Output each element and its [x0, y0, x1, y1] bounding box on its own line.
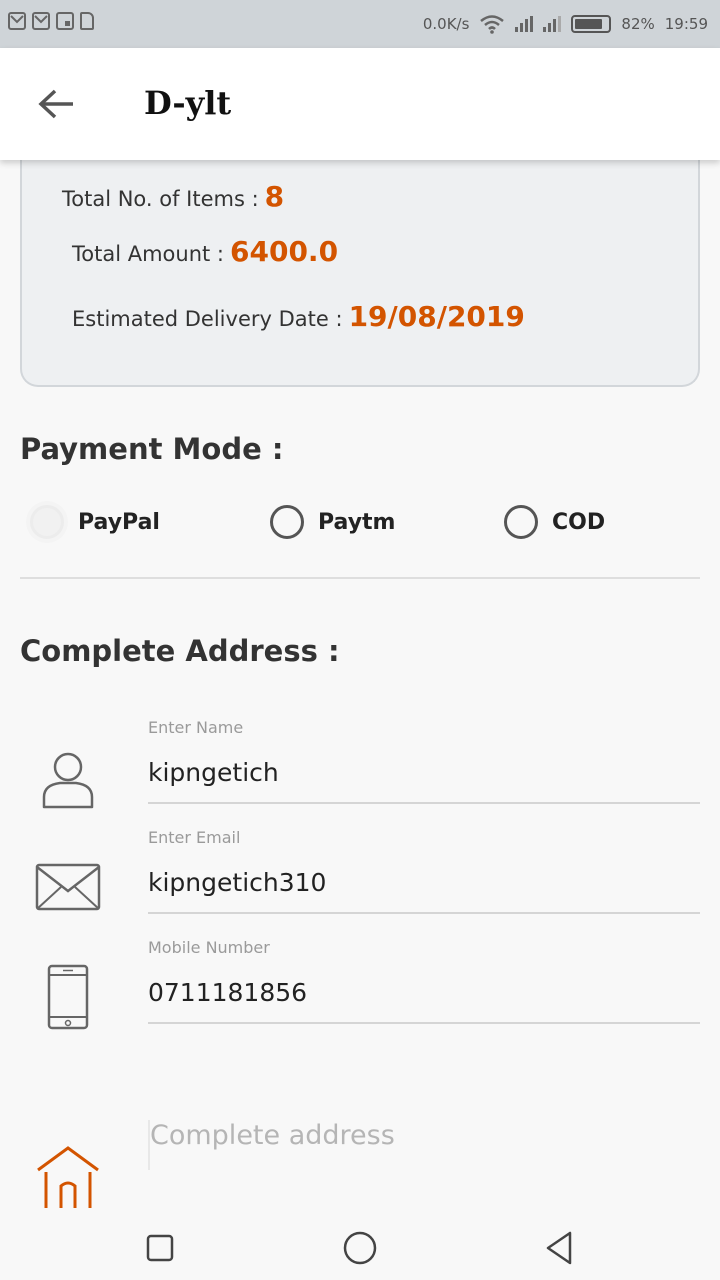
delivery-date-value: 19/08/2019 — [348, 300, 525, 333]
delivery-date-row: Estimated Delivery Date : 19/08/2019 — [72, 300, 525, 333]
payment-options: PayPal Paytm COD — [30, 505, 720, 549]
order-summary-card: Total No. of Items : 8 Total Amount : 64… — [20, 140, 700, 387]
radio-paypal[interactable]: PayPal — [30, 505, 160, 539]
complete-address-input[interactable]: Complete address — [148, 1120, 700, 1170]
navigation-bar — [0, 1208, 720, 1280]
email-input[interactable]: kipngetich310 — [148, 868, 700, 914]
payment-mode-heading: Payment Mode : — [20, 432, 284, 466]
radio-button[interactable] — [270, 505, 304, 539]
total-amount-label: Total Amount : — [72, 242, 224, 266]
circle-icon — [343, 1231, 377, 1265]
file-icon — [80, 12, 94, 30]
clock: 19:59 — [664, 15, 708, 33]
person-icon — [34, 744, 102, 814]
radio-paytm[interactable]: Paytm — [270, 505, 395, 539]
signal-icon — [543, 16, 562, 32]
total-items-label: Total No. of Items : — [62, 187, 259, 211]
total-amount-value: 6400.0 — [230, 235, 339, 268]
gmail-icon — [8, 12, 26, 30]
back-button[interactable] — [30, 80, 82, 128]
email-hint: Enter Email — [148, 828, 241, 847]
status-bar: 0.0K/s 82% 19:59 — [0, 0, 720, 48]
divider — [20, 577, 700, 579]
delivery-date-label: Estimated Delivery Date : — [72, 307, 343, 331]
triangle-back-icon — [546, 1231, 572, 1265]
phone-icon — [34, 962, 102, 1032]
home-button[interactable] — [332, 1220, 388, 1276]
wifi-icon — [480, 15, 505, 34]
page-title: D-ylt — [144, 84, 232, 122]
radio-button[interactable] — [504, 505, 538, 539]
home-icon — [34, 1142, 102, 1208]
radio-label: Paytm — [318, 509, 396, 535]
radio-label: PayPal — [78, 509, 160, 535]
arrow-left-icon — [38, 89, 73, 119]
radio-button[interactable] — [30, 505, 64, 539]
complete-address-heading: Complete Address : — [20, 634, 340, 668]
back-nav-button[interactable] — [532, 1220, 588, 1276]
mobile-input[interactable]: 0711181856 — [148, 978, 700, 1024]
envelope-icon — [34, 852, 102, 922]
total-items-value: 8 — [264, 180, 285, 213]
battery-icon — [571, 15, 612, 33]
signal-icon — [515, 16, 534, 32]
system-indicators: 0.0K/s 82% 19:59 — [423, 14, 708, 34]
square-icon — [146, 1234, 174, 1262]
total-amount-row: Total Amount : 6400.0 — [72, 235, 338, 268]
battery-percent: 82% — [621, 15, 655, 33]
name-hint: Enter Name — [148, 718, 244, 737]
radio-label: COD — [552, 509, 606, 535]
network-speed: 0.0K/s — [422, 15, 470, 33]
gallery-icon — [56, 12, 74, 30]
notification-icons — [8, 12, 94, 30]
name-input[interactable]: kipngetich — [148, 758, 700, 804]
total-items-row: Total No. of Items : 8 — [62, 180, 284, 213]
app-bar: D-ylt — [0, 48, 720, 160]
mobile-hint: Mobile Number — [148, 938, 270, 957]
radio-cod[interactable]: COD — [504, 505, 605, 539]
recents-button[interactable] — [132, 1220, 188, 1276]
gmail-icon — [32, 12, 50, 30]
